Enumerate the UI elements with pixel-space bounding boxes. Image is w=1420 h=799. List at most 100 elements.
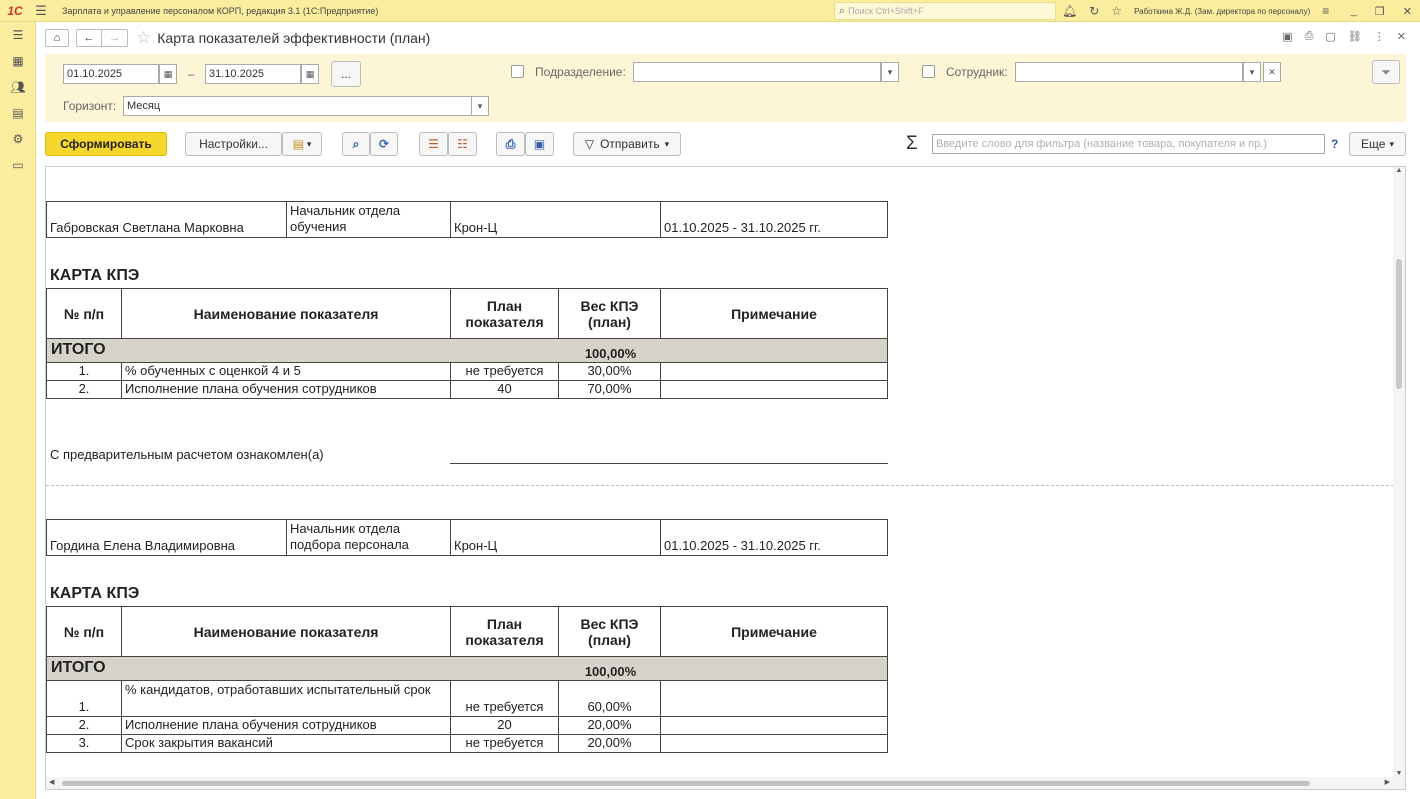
horizon-dropdown-button[interactable]: ▾ — [471, 96, 489, 116]
total-label: ИТОГО — [51, 341, 106, 358]
send-button[interactable]: ▽ Отправить ▾ — [573, 132, 681, 156]
find-button[interactable]: ⌕ — [342, 132, 370, 156]
print-icon[interactable]: ⎙ — [1305, 30, 1314, 43]
preview-icon[interactable]: ▢ — [1325, 30, 1335, 43]
minimize-icon[interactable]: _ — [1351, 5, 1357, 17]
calendar-from-button[interactable]: ▦ — [159, 64, 177, 84]
report-variant-icon: ▤ — [292, 137, 304, 151]
sum-icon[interactable]: Σ — [906, 133, 918, 155]
gift-icon[interactable]: ▦ — [0, 48, 36, 74]
back-button[interactable]: ← — [76, 29, 102, 47]
more-vert-icon[interactable]: ⋮ — [1374, 30, 1385, 43]
close-window-icon[interactable]: ✕ — [1403, 5, 1412, 18]
send-label: Отправить — [600, 137, 660, 151]
close-form-icon[interactable]: ✕ — [1397, 30, 1406, 43]
calculator-icon[interactable]: ▤ — [0, 100, 36, 126]
kpi-card-title: КАРТА КПЭ — [50, 267, 140, 284]
clear-icon: ✕ — [1268, 66, 1276, 77]
scroll-up-icon[interactable]: ▲ — [1393, 167, 1405, 174]
expand-list-icon: ☰ — [428, 137, 439, 151]
row-num: 1. — [46, 680, 122, 717]
people-icon[interactable]: 👥︎ — [0, 74, 36, 100]
help-icon[interactable]: ? — [1331, 137, 1338, 151]
vertical-scroll-thumb[interactable] — [1396, 259, 1402, 389]
date-to-input[interactable]: 31.10.2025 — [205, 64, 301, 84]
chevron-down-icon: ▾ — [477, 100, 483, 111]
bell-icon[interactable]: 🔔︎ — [1062, 4, 1077, 18]
menu-icon[interactable]: ☰ — [0, 22, 36, 48]
settings-button[interactable]: Настройки... — [185, 132, 282, 156]
global-search-input[interactable]: ⌕ Поиск Ctrl+Shift+F — [834, 2, 1056, 20]
row-name: Исполнение плана обучения сотрудников — [121, 716, 451, 735]
funnel-icon: ⏷ — [1381, 64, 1391, 79]
expand-groups-button[interactable]: ☰ — [419, 132, 448, 156]
scroll-down-icon[interactable]: ▼ — [1393, 770, 1405, 777]
header-name: Наименование показателя — [121, 606, 451, 657]
search-icon: ⌕ — [839, 4, 846, 17]
employee-dropdown-button[interactable]: ▾ — [1243, 62, 1261, 82]
horizontal-scroll-thumb[interactable] — [62, 781, 1310, 786]
report-spreadsheet[interactable]: Габровская Светлана Марковна Начальник о… — [45, 166, 1406, 790]
horizontal-scrollbar[interactable]: ◀ ▶ — [46, 777, 1405, 789]
variant-button[interactable]: ▤ ▾ — [282, 132, 322, 156]
acknowledged-text: С предварительным расчетом ознакомлен(а) — [50, 447, 324, 462]
row-plan: 20 — [450, 716, 559, 735]
header-plan: План показателя — [450, 606, 559, 657]
header-plan: План показателя — [450, 288, 559, 339]
gear-icon[interactable]: ⚙ — [0, 126, 36, 152]
employee-input[interactable] — [1015, 62, 1243, 82]
print-preview-button[interactable]: ▣ — [525, 132, 554, 156]
calendar-to-button[interactable]: ▦ — [301, 64, 319, 84]
employee-checkbox[interactable] — [922, 65, 935, 78]
forward-button[interactable]: → — [102, 29, 128, 47]
employee-name: Габровская Светлана Марковна — [46, 201, 287, 238]
header-num: № п/п — [46, 288, 122, 339]
find-next-button[interactable]: ⟳ — [370, 132, 398, 156]
home-button[interactable]: ⌂ — [45, 29, 69, 47]
row-note — [660, 734, 888, 753]
row-weight: 30,00% — [558, 362, 661, 381]
history-icon[interactable]: ↻ — [1089, 4, 1099, 18]
id-card-icon[interactable]: ▭ — [0, 152, 36, 178]
vertical-scrollbar[interactable]: ▲ ▼ — [1393, 167, 1405, 777]
filter-settings-button[interactable]: ⏷ — [1372, 60, 1400, 84]
sections-panel: ☰ ▦ 👥︎ ▤ ⚙ ▭ — [0, 22, 36, 799]
date-from-input[interactable]: 01.10.2025 — [63, 64, 159, 84]
employee-clear-button[interactable]: ✕ — [1263, 62, 1281, 82]
settings-menu-icon[interactable]: ≡ — [1322, 4, 1329, 18]
period: 01.10.2025 - 31.10.2025 гг. — [660, 519, 888, 556]
department-input[interactable] — [633, 62, 881, 82]
print-button[interactable]: ⎙ — [496, 132, 525, 156]
collapse-groups-button[interactable]: ☷ — [448, 132, 477, 156]
chevron-down-icon: ▾ — [664, 138, 670, 149]
row-weight: 60,00% — [558, 680, 661, 717]
chevron-down-icon: ▾ — [887, 66, 893, 77]
main-menu-icon[interactable]: ☰ — [30, 3, 52, 19]
scroll-right-icon[interactable]: ▶ — [1385, 777, 1390, 789]
row-plan: не требуется — [450, 734, 559, 753]
department-dropdown-button[interactable]: ▾ — [881, 62, 899, 82]
link-icon[interactable]: ⛓ — [1348, 30, 1362, 43]
generate-button[interactable]: Сформировать — [45, 132, 167, 156]
row-note — [660, 362, 888, 381]
report-filter-input[interactable]: Введите слово для фильтра (название това… — [932, 134, 1325, 154]
save-icon[interactable]: ▣ — [1282, 30, 1292, 43]
chevron-down-icon: ▾ — [306, 138, 312, 149]
date-separator: – — [188, 67, 195, 81]
current-user[interactable]: Работкина Ж.Д. (Зам. директора по персон… — [1134, 7, 1310, 16]
period-select-button[interactable]: ... — [331, 61, 361, 87]
restore-icon[interactable]: ❐ — [1375, 5, 1385, 18]
calendar-icon: ▦ — [163, 68, 173, 79]
favorite-star-icon[interactable]: ☆ — [136, 28, 151, 48]
header-name: Наименование показателя — [121, 288, 451, 339]
horizon-input[interactable]: Месяц — [123, 96, 473, 116]
department-checkbox[interactable] — [511, 65, 524, 78]
header-weight: Вес КПЭ (план) — [558, 606, 661, 657]
printer-icon: ⎙ — [505, 136, 516, 151]
row-weight: 70,00% — [558, 380, 661, 399]
more-button[interactable]: Еще ▾ — [1349, 132, 1406, 156]
row-weight: 20,00% — [558, 734, 661, 753]
row-name: Исполнение плана обучения сотрудников — [121, 380, 451, 399]
scroll-left-icon[interactable]: ◀ — [49, 777, 54, 789]
favorites-star-icon[interactable]: ☆ — [1111, 4, 1122, 18]
